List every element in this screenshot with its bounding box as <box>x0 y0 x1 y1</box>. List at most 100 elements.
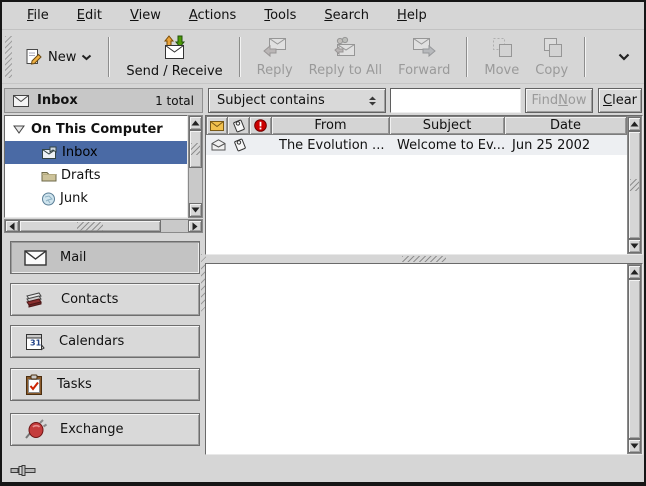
new-button-label: New <box>48 50 76 65</box>
dropdown-arrows-icon <box>368 96 377 106</box>
find-now-button[interactable]: Find Now <box>525 88 593 113</box>
status-bar <box>2 458 644 483</box>
message-from: The Evolution ... <box>272 138 390 153</box>
scroll-right-button[interactable] <box>188 220 202 232</box>
current-folder-title: Inbox <box>37 93 78 108</box>
reply-all-icon <box>332 36 359 60</box>
chevron-down-icon <box>81 54 92 61</box>
folder-tree-vertical-scrollbar[interactable] <box>188 115 203 218</box>
switcher-label: Contacts <box>61 292 118 307</box>
column-date[interactable]: Date <box>505 116 627 135</box>
tree-item-inbox[interactable]: Inbox <box>5 141 187 164</box>
reply-to-all-button[interactable]: Reply to All <box>301 33 390 81</box>
preview-body <box>206 264 627 454</box>
tree-item-label: Inbox <box>62 145 98 160</box>
menu-edit[interactable]: Edit <box>66 4 113 27</box>
tree-item-label: Drafts <box>61 168 101 183</box>
menu-tools[interactable]: Tools <box>253 4 307 27</box>
toolbar-separator <box>108 37 110 77</box>
send-receive-button[interactable]: Send / Receive <box>118 32 230 82</box>
scroll-up-button[interactable] <box>189 116 202 130</box>
new-message-icon <box>24 48 43 67</box>
scroll-up-button[interactable] <box>628 117 641 131</box>
column-subject[interactable]: Subject <box>390 116 505 135</box>
message-date: Jun 25 2002 <box>505 138 627 153</box>
forward-button[interactable]: Forward <box>390 33 458 81</box>
message-row[interactable]: The Evolution ... Welcome to Ev... Jun 2… <box>206 135 627 155</box>
scroll-down-button[interactable] <box>189 203 202 217</box>
attachment-icon <box>228 138 250 152</box>
switcher-contacts-button[interactable]: Contacts <box>10 283 200 316</box>
message-list-vertical-scrollbar[interactable] <box>627 116 642 254</box>
reply-to-all-label: Reply to All <box>309 63 382 78</box>
tasks-icon <box>24 374 44 396</box>
folder-tree-list: On This Computer Inbox Drafts <box>4 115 188 218</box>
expander-triangle-icon[interactable] <box>13 125 27 134</box>
scroll-down-button[interactable] <box>628 439 641 453</box>
svg-text:31: 31 <box>30 338 42 347</box>
online-status-plug-icon[interactable] <box>10 464 36 477</box>
calendar-icon: 31 <box>24 332 46 352</box>
mail-icon <box>24 250 47 266</box>
column-from[interactable]: From <box>272 116 390 135</box>
send-receive-icon <box>161 35 188 61</box>
menu-help[interactable]: Help <box>386 4 438 27</box>
tree-item-drafts[interactable]: Drafts <box>5 164 187 187</box>
toolbar-separator <box>584 37 586 77</box>
toolbar-overflow-button[interactable] <box>613 48 635 66</box>
copy-button[interactable]: Copy <box>527 33 576 81</box>
copy-label: Copy <box>535 63 568 78</box>
switcher-mail-button[interactable]: Mail <box>10 241 200 274</box>
toolbar-separator <box>239 37 241 77</box>
message-count: 1 total <box>155 94 194 108</box>
switcher-tasks-button[interactable]: Tasks <box>10 368 200 401</box>
toolbar-grip[interactable] <box>5 36 12 78</box>
toolbar-separator <box>466 37 468 77</box>
scroll-down-button[interactable] <box>628 239 641 253</box>
send-receive-label: Send / Receive <box>126 64 222 79</box>
scrollbar-track[interactable] <box>161 220 188 232</box>
list-preview-splitter[interactable] <box>205 255 643 263</box>
scrollbar-thumb[interactable] <box>19 220 161 232</box>
reply-button[interactable]: Reply <box>249 33 301 81</box>
menu-view[interactable]: View <box>119 4 172 27</box>
scroll-up-button[interactable] <box>628 265 641 279</box>
scroll-left-button[interactable] <box>5 220 19 232</box>
move-button[interactable]: Move <box>476 33 527 81</box>
search-filter-value: Subject contains <box>217 93 325 108</box>
importance-icon <box>254 119 267 132</box>
message-subject: Welcome to Ev... <box>390 138 505 153</box>
junk-icon <box>41 192 56 206</box>
tree-item-junk[interactable]: Junk <box>5 187 187 210</box>
preview-vertical-scrollbar[interactable] <box>627 264 642 454</box>
column-attachment[interactable] <box>228 116 250 135</box>
envelope-icon <box>13 95 29 107</box>
menu-file[interactable]: File <box>16 4 60 27</box>
column-message-status[interactable] <box>206 116 228 135</box>
search-filter-dropdown[interactable]: Subject contains <box>208 88 386 113</box>
menu-actions[interactable]: Actions <box>178 4 248 27</box>
menu-search[interactable]: Search <box>313 4 380 27</box>
scrollbar-thumb[interactable] <box>628 131 641 239</box>
tree-root-on-this-computer[interactable]: On This Computer <box>5 118 187 141</box>
preview-pane <box>205 263 643 455</box>
read-message-icon <box>206 139 228 151</box>
reply-label: Reply <box>257 63 293 78</box>
clear-button[interactable]: Clear <box>598 88 642 113</box>
inbox-icon <box>41 146 58 160</box>
folder-tree: On This Computer Inbox Drafts <box>4 115 203 233</box>
column-importance[interactable] <box>250 116 272 135</box>
menubar: File Edit View Actions Tools Search Help <box>2 2 644 30</box>
find-now-label: Find <box>532 93 559 108</box>
scrollbar-thumb[interactable] <box>628 279 641 439</box>
message-list: From Subject Date The Evolution ... Welc… <box>205 115 643 255</box>
new-button[interactable]: New <box>16 43 100 72</box>
switcher-calendars-button[interactable]: 31 Calendars <box>10 325 200 358</box>
folder-tree-horizontal-scrollbar[interactable] <box>4 219 203 233</box>
scrollbar-track[interactable] <box>189 168 202 203</box>
tree-item-label: Junk <box>60 191 88 206</box>
chevron-down-icon <box>618 53 630 61</box>
search-input[interactable] <box>390 88 521 113</box>
scrollbar-thumb[interactable] <box>189 130 202 168</box>
switcher-exchange-button[interactable]: Exchange <box>10 413 200 446</box>
